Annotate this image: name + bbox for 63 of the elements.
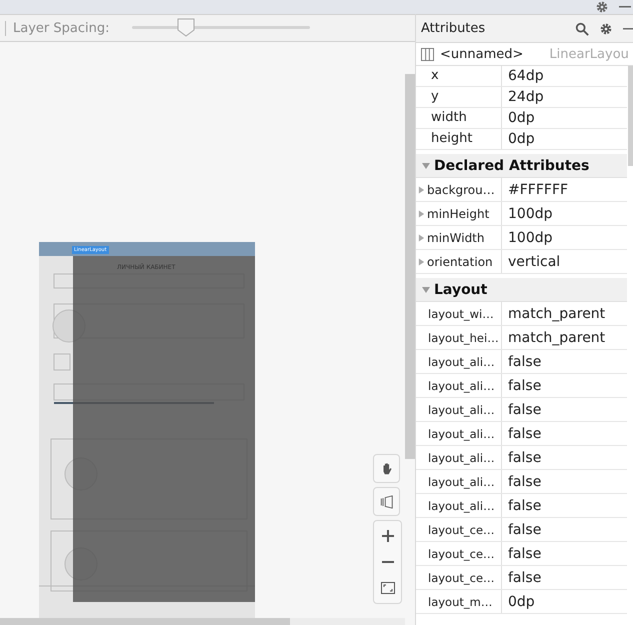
attribute-value: 0dp bbox=[507, 131, 535, 147]
linear-layout-icon bbox=[421, 48, 434, 60]
attribute-name: orientation bbox=[427, 254, 493, 268]
attribute-name: layout_ce… bbox=[427, 570, 495, 584]
attribute-value: 0dp bbox=[507, 110, 535, 126]
search-icon[interactable] bbox=[575, 22, 589, 36]
attribute-name: minWidth bbox=[427, 230, 484, 244]
attribute-name: layout_ali… bbox=[427, 402, 495, 416]
plus-icon bbox=[382, 530, 394, 542]
attribute-name: layout_m… bbox=[427, 594, 492, 608]
component-name: <unnamed> bbox=[440, 46, 524, 62]
attribute-name: layout_ali… bbox=[427, 354, 495, 368]
panel-title: Attributes bbox=[421, 21, 486, 36]
attribute-name: minHeight bbox=[427, 206, 490, 220]
attribute-name: layout_ali… bbox=[427, 426, 495, 440]
pan-button[interactable] bbox=[373, 454, 400, 483]
attribute-value[interactable]: false bbox=[502, 546, 542, 562]
attribute-value[interactable]: false bbox=[502, 426, 542, 442]
attribute-name: width bbox=[416, 108, 502, 128]
attribute-name: x bbox=[416, 66, 502, 86]
attribute-value[interactable]: false bbox=[502, 378, 542, 394]
settings-icon[interactable] bbox=[599, 22, 613, 36]
attribute-name: layout_ali… bbox=[427, 498, 495, 512]
section-title: Declared Attributes bbox=[434, 158, 590, 174]
component-type: LinearLayou bbox=[549, 46, 629, 62]
section-header[interactable]: Declared Attributes bbox=[416, 154, 627, 178]
attribute-value[interactable]: match_parent bbox=[502, 306, 606, 322]
attribute-name: layout_hei… bbox=[427, 330, 499, 344]
attribute-value[interactable]: false bbox=[502, 474, 542, 490]
scrollbar-thumb[interactable] bbox=[405, 74, 415, 459]
layers-icon bbox=[380, 494, 394, 508]
attribute-value[interactable]: 100dp bbox=[502, 230, 552, 246]
attribute-value[interactable]: vertical bbox=[502, 254, 560, 270]
attribute-value[interactable]: false bbox=[502, 570, 542, 586]
attribute-value[interactable]: false bbox=[502, 522, 542, 538]
attribute-name: y bbox=[416, 87, 502, 107]
attribute-value[interactable]: false bbox=[502, 450, 542, 466]
settings-icon[interactable] bbox=[595, 0, 609, 14]
attribute-value[interactable]: #FFFFFF bbox=[502, 182, 568, 198]
layer-spacing-label: Layer Spacing: bbox=[5, 20, 110, 36]
scrollbar-thumb[interactable] bbox=[628, 66, 633, 166]
slider-thumb[interactable] bbox=[176, 18, 195, 37]
attribute-value[interactable]: 0dp bbox=[502, 594, 535, 610]
attribute-name: layout_wi… bbox=[427, 306, 494, 320]
attribute-name: layout_ce… bbox=[427, 546, 495, 560]
attribute-name: layout_ali… bbox=[427, 474, 495, 488]
attribute-value[interactable]: 100dp bbox=[502, 206, 552, 222]
section-header[interactable]: Layout bbox=[416, 278, 627, 302]
attribute-value: 24dp bbox=[507, 89, 544, 105]
attribute-name: height bbox=[416, 129, 502, 149]
attribute-name: layout_ali… bbox=[427, 450, 495, 464]
attribute-value[interactable]: match_parent bbox=[502, 330, 606, 346]
attribute-value[interactable]: false bbox=[502, 402, 542, 418]
scrollbar-thumb[interactable] bbox=[0, 618, 290, 625]
attribute-value[interactable]: false bbox=[502, 498, 542, 514]
attribute-value[interactable]: false bbox=[502, 354, 542, 370]
attribute-name: backgrou… bbox=[427, 182, 495, 196]
section-title: Layout bbox=[434, 282, 488, 298]
attribute-value: 64dp bbox=[507, 68, 544, 84]
fit-screen-icon bbox=[380, 582, 394, 594]
layer-view-button[interactable] bbox=[373, 487, 400, 516]
attribute-name: layout_ali… bbox=[427, 378, 495, 392]
attribute-name: layout_ce… bbox=[427, 522, 495, 536]
